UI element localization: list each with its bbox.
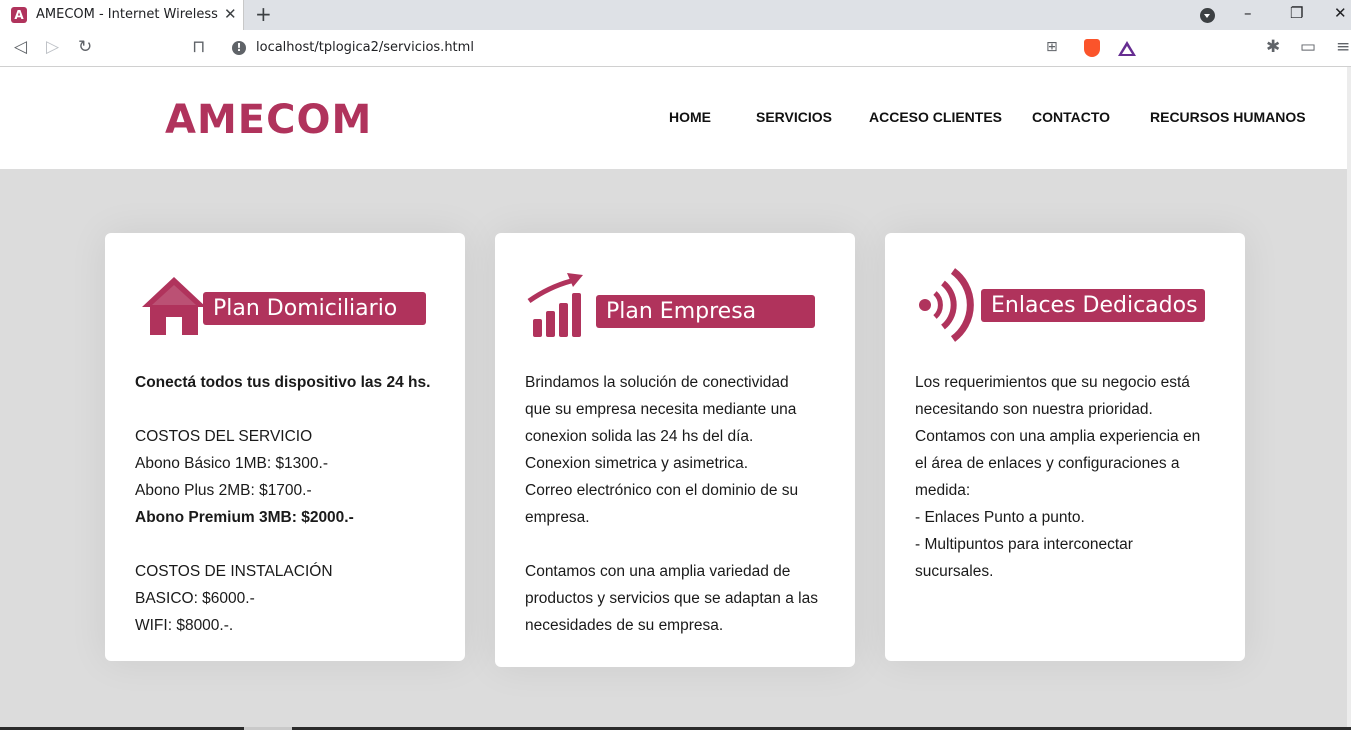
browser-tab-bar: A AMECOM - Internet Wireless ✕ + – ❐ ✕ [0,0,1351,30]
reload-icon[interactable]: ↻ [78,37,92,57]
extensions-icon[interactable]: ✱ [1266,37,1280,57]
card-text: Conectá todos tus dispositivo las 24 hs.… [135,369,440,639]
card-line: Conexion simetrica y asimetrica. [525,455,749,472]
house-icon [138,273,210,342]
nav-acceso-clientes[interactable]: ACCESO CLIENTES [869,109,1002,125]
browser-toolbar: ◁ ▷ ↻ ⊓ ! localhost/tplogica2/servicios.… [0,30,1351,67]
nav-servicios[interactable]: SERVICIOS [756,109,832,125]
bookmark-icon[interactable]: ⊓ [192,37,205,57]
page-content: AMECOM HOME SERVICIOS ACCESO CLIENTES CO… [0,67,1351,730]
card-title: Enlaces Dedicados [981,289,1205,322]
card-line: - Multipuntos para interconectar [915,536,1133,553]
card-line: medida: [915,482,971,499]
site-favicon-icon: A [11,7,27,23]
url-text[interactable]: localhost/tplogica2/servicios.html [256,40,474,55]
card-line: necesitando son nuestra prioridad. [915,401,1153,418]
tab-close-icon[interactable]: ✕ [224,5,237,23]
nav-recursos-humanos[interactable]: RECURSOS HUMANOS [1150,109,1306,125]
card-line: Correo electrónico con el dominio de su [525,482,799,499]
card-title: Plan Empresa [596,295,815,328]
new-tab-icon[interactable]: + [255,2,272,26]
tab-title: AMECOM - Internet Wireless [36,7,218,22]
card-plan-domiciliario: Plan Domiciliario Conectá todos tus disp… [105,233,465,661]
card-line: Brindamos la solución de conectividad [525,374,789,391]
card-line: Contamos con una amplia variedad de [525,563,791,580]
restore-icon[interactable]: ❐ [1290,4,1303,22]
card-line: BASICO: $6000.- [135,590,255,607]
card-line: el área de enlaces y configuraciones a [915,455,1180,472]
card-line: Conectá todos tus dispositivo las 24 hs. [135,374,431,391]
brave-rewards-icon[interactable] [1118,41,1136,56]
close-window-icon[interactable]: ✕ [1334,4,1347,22]
tab-search-icon[interactable] [1200,8,1215,23]
card-line: - Enlaces Punto a punto. [915,509,1085,526]
card-line: que su empresa necesita mediante una [525,401,797,418]
card-line: productos y servicios que se adaptan a l… [525,590,818,607]
translate-icon[interactable]: ⊞ [1046,39,1058,55]
card-title: Plan Domiciliario [203,292,426,325]
back-icon[interactable]: ◁ [14,37,27,57]
card-text: Los requerimientos que su negocio está n… [915,369,1220,585]
site-info-icon[interactable]: ! [232,41,246,55]
card-line: WIFI: $8000.-. [135,617,234,634]
card-line: Abono Premium 3MB: $2000.- [135,509,354,526]
site-logo[interactable]: AMECOM [165,97,372,143]
browser-menu-icon[interactable]: ≡ [1336,37,1350,57]
page-scrollbar[interactable] [1347,67,1351,730]
forward-icon[interactable]: ▷ [46,37,59,57]
wireless-signal-icon [915,265,975,350]
brave-shields-icon[interactable] [1084,39,1100,57]
card-line: necesidades de su empresa. [525,617,724,634]
card-text: Brindamos la solución de conectividad qu… [525,369,830,639]
card-line: Abono Básico 1MB: $1300.- [135,455,329,472]
card-enlaces-dedicados: Enlaces Dedicados Los requerimientos que… [885,233,1245,661]
card-line: Abono Plus 2MB: $1700.- [135,482,312,499]
nav-home[interactable]: HOME [669,109,711,125]
nav-contacto[interactable]: CONTACTO [1032,109,1110,125]
address-bar[interactable]: ! localhost/tplogica2/servicios.html ⊞ [222,34,1145,63]
wallet-icon[interactable]: ▭ [1300,37,1316,57]
minimize-icon[interactable]: – [1244,4,1252,22]
card-line: sucursales. [915,563,994,580]
card-line: Contamos con una amplia experiencia en [915,428,1201,445]
site-header: AMECOM HOME SERVICIOS ACCESO CLIENTES CO… [0,67,1351,169]
card-line: Los requerimientos que su negocio está [915,374,1190,391]
card-line: COSTOS DEL SERVICIO [135,428,313,445]
card-line: empresa. [525,509,590,526]
card-plan-empresa: Plan Empresa Brindamos la solución de co… [495,233,855,667]
growth-chart-icon [527,271,593,346]
browser-tab[interactable]: A AMECOM - Internet Wireless ✕ [0,0,244,30]
card-line: COSTOS DE INSTALACIÓN [135,563,333,580]
card-line: conexion solida las 24 hs del día. [525,428,754,445]
